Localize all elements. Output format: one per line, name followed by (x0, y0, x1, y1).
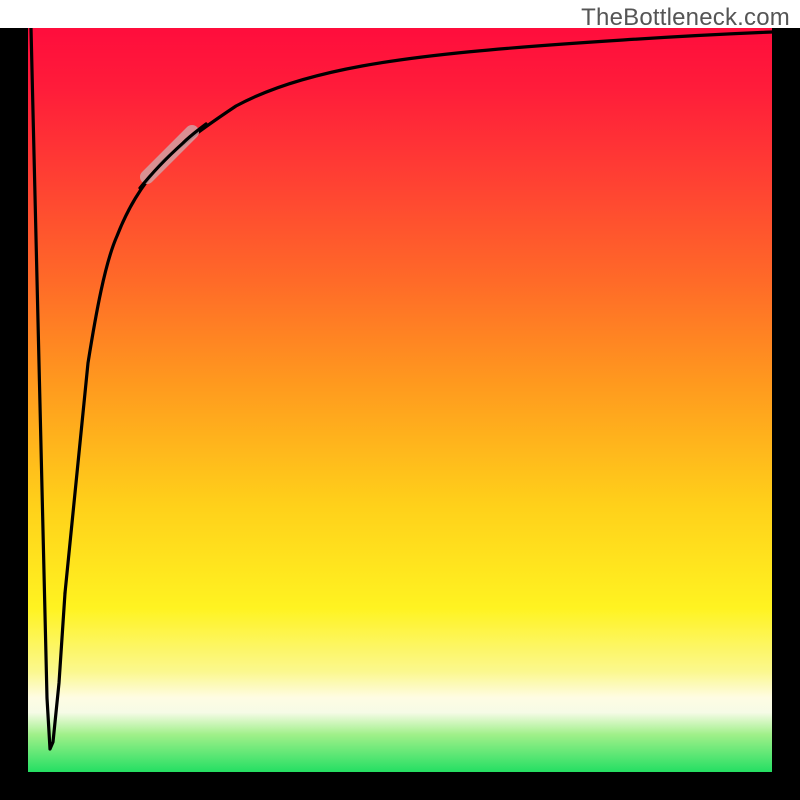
chart-frame: TheBottleneck.com (0, 0, 800, 800)
plot-area (28, 28, 772, 772)
plot-outer-border (0, 28, 800, 800)
curve-svg (28, 28, 772, 772)
curve-saturating-rise (65, 32, 772, 593)
curve-spike-down (31, 28, 65, 749)
